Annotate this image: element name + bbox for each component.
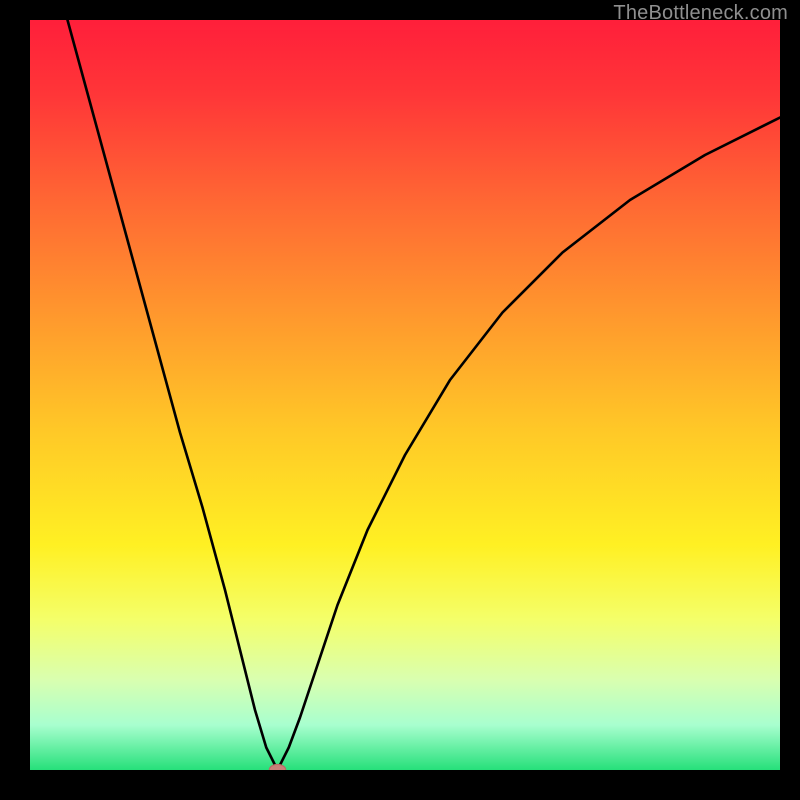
plot-background	[30, 20, 780, 770]
bottleneck-chart	[30, 20, 780, 770]
chart-stage: TheBottleneck.com	[0, 0, 800, 800]
